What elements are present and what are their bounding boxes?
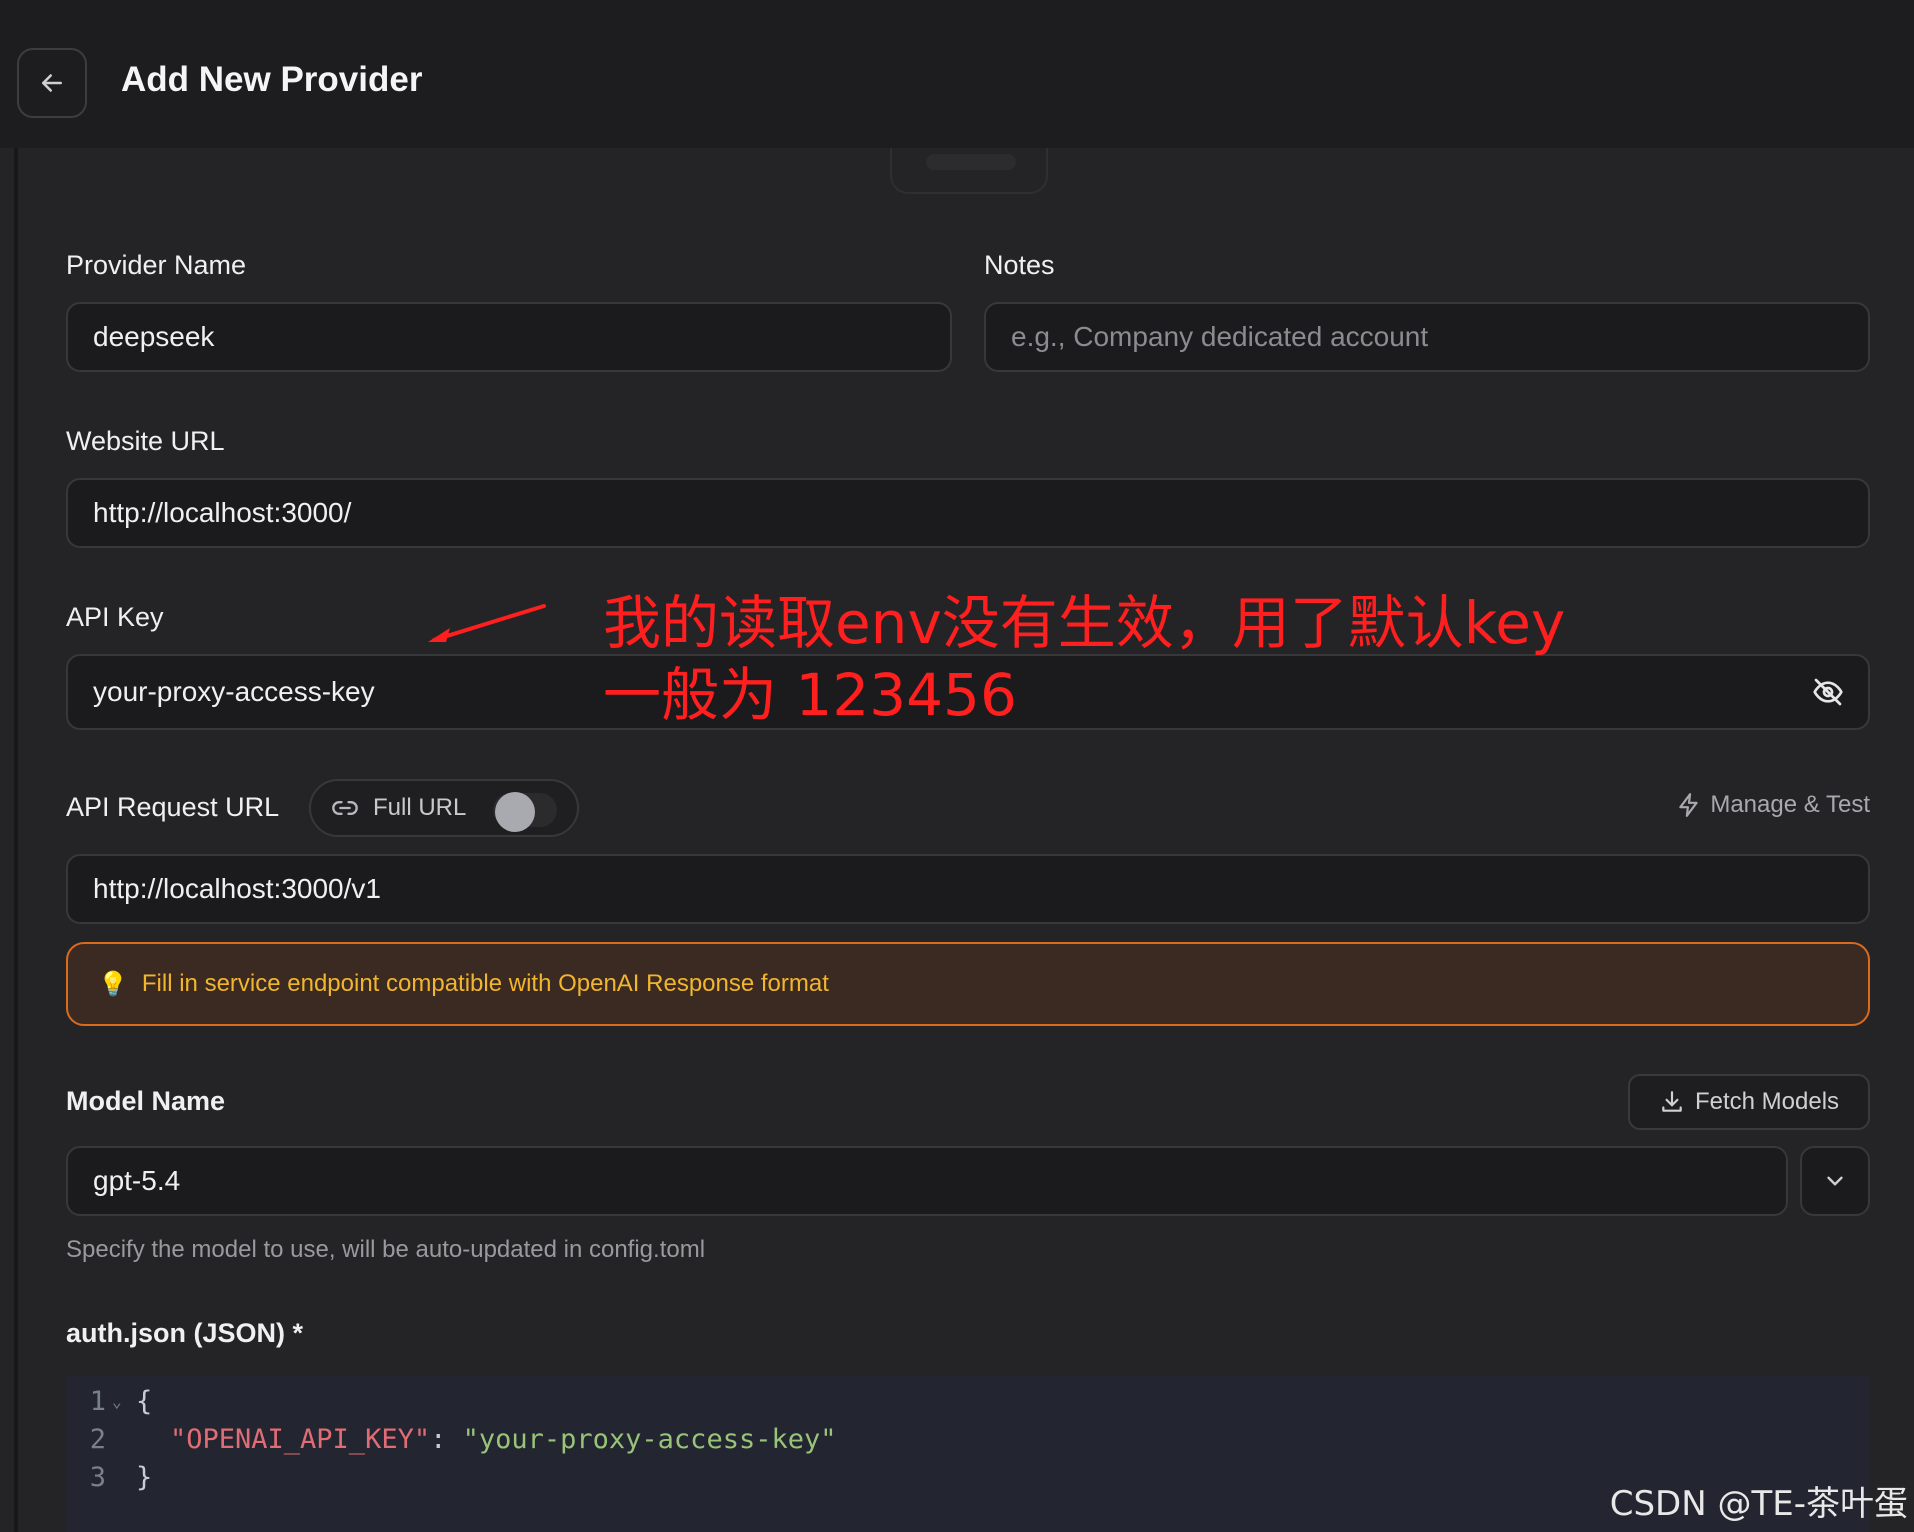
- notes-field[interactable]: [984, 302, 1870, 372]
- model-name-field[interactable]: [66, 1146, 1788, 1216]
- full-url-switch[interactable]: [493, 792, 557, 832]
- api-request-url-label: API Request URL: [66, 792, 280, 822]
- auth-json-label: auth.json (JSON) *: [66, 1318, 304, 1348]
- website-url-label: Website URL: [66, 426, 225, 456]
- format-hint-banner: 💡 Fill in service endpoint compatible wi…: [66, 942, 1870, 1026]
- model-dropdown-button[interactable]: [1800, 1146, 1870, 1216]
- page-title: Add New Provider: [121, 60, 423, 99]
- watermark: CSDN @TE-茶叶蛋: [1609, 1484, 1908, 1524]
- chevron-down-icon: [1827, 1176, 1843, 1186]
- arrow-left-icon: [42, 74, 62, 92]
- switch-knob: [495, 792, 535, 832]
- api-key-label: API Key: [66, 602, 164, 632]
- link-icon: [332, 801, 358, 815]
- full-url-label: Full URL: [373, 794, 467, 821]
- code-brace-open: {: [136, 1385, 153, 1417]
- lightning-icon: [1679, 793, 1699, 817]
- model-name-input[interactable]: [93, 1165, 1786, 1197]
- left-divider: [14, 148, 18, 1532]
- provider-name-field[interactable]: [66, 302, 952, 372]
- manage-test-link[interactable]: Manage & Test: [1676, 791, 1870, 819]
- website-url-input[interactable]: [93, 497, 1868, 529]
- lightbulb-icon: 💡: [98, 970, 128, 998]
- json-colon: :: [430, 1423, 463, 1455]
- code-brace-close: }: [136, 1461, 153, 1493]
- api-request-url-input[interactable]: [93, 873, 1868, 905]
- provider-name-label: Provider Name: [66, 250, 247, 280]
- icon-preview-card: [890, 148, 1048, 194]
- code-line: 1 ⌄ {: [66, 1382, 153, 1420]
- download-icon: [1662, 1091, 1682, 1112]
- line-number: 2: [89, 1423, 106, 1455]
- code-line: 2 "OPENAI_API_KEY" : "your-proxy-access-…: [66, 1420, 837, 1458]
- provider-name-input[interactable]: [93, 321, 950, 353]
- notes-label: Notes: [984, 250, 1055, 280]
- line-number: 1: [89, 1385, 106, 1417]
- back-button[interactable]: [17, 48, 87, 118]
- json-key: "OPENAI_API_KEY": [170, 1423, 431, 1455]
- manage-test-label: Manage & Test: [1710, 791, 1870, 818]
- full-url-toggle[interactable]: Full URL: [309, 779, 579, 837]
- line-number: 3: [89, 1461, 106, 1493]
- fold-chevron-icon[interactable]: ⌄: [112, 1392, 130, 1411]
- auth-json-editor[interactable]: 1 ⌄ { 2 "OPENAI_API_KEY" : "your-proxy-a…: [66, 1376, 1870, 1532]
- format-hint-text: Fill in service endpoint compatible with…: [141, 970, 829, 997]
- code-line: 3 }: [66, 1458, 153, 1496]
- header-bar: Add New Provider: [0, 0, 1914, 148]
- model-helper-text: Specify the model to use, will be auto-u…: [66, 1236, 706, 1263]
- api-request-url-field[interactable]: [66, 854, 1870, 924]
- fetch-models-label: Fetch Models: [1694, 1088, 1840, 1115]
- annotation-line-2: 一般为 123456: [603, 661, 1017, 729]
- notes-input[interactable]: [1011, 321, 1868, 353]
- json-value: "your-proxy-access-key": [462, 1423, 837, 1455]
- fetch-models-button[interactable]: Fetch Models: [1628, 1074, 1870, 1130]
- eye-off-icon[interactable]: [1810, 674, 1846, 710]
- website-url-field[interactable]: [66, 478, 1870, 548]
- model-name-label: Model Name: [66, 1086, 226, 1116]
- annotation-arrow-icon: [428, 604, 546, 642]
